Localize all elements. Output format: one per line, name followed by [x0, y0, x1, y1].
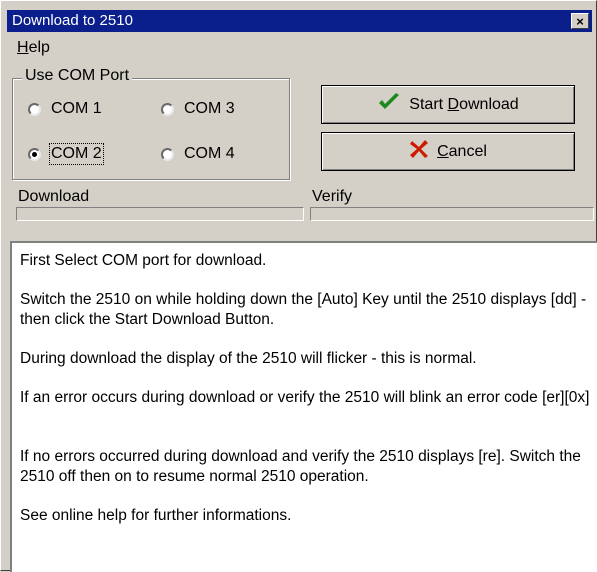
menu-help-label: elp: [28, 39, 50, 56]
start-download-label-post: ownload: [459, 95, 519, 113]
radio-com3[interactable]: COM 3: [161, 100, 235, 118]
download-dialog: Download to 2510 × Help Use COM Port COM…: [0, 0, 597, 572]
cancel-label-post: ancel: [448, 142, 487, 160]
instruction-4: If an error occurs during download or ve…: [20, 389, 590, 406]
com-port-group-label: Use COM Port: [22, 67, 133, 85]
instruction-1: First Select COM port for download.: [20, 252, 267, 269]
checkmark-icon-path: [379, 93, 400, 109]
download-progress-bar: [16, 207, 304, 221]
radio-com4[interactable]: COM 4: [161, 145, 235, 163]
start-download-label-pre: Start: [409, 95, 448, 113]
radio-com2-label: COM 2: [49, 143, 104, 165]
verify-progress-label: Verify: [312, 188, 353, 205]
x-icon-path: [410, 140, 429, 158]
radio-com2[interactable]: COM 2: [28, 143, 104, 165]
cancel-mnemonic: C: [437, 142, 449, 160]
checkmark-icon: [377, 92, 401, 117]
window-title: Download to 2510: [12, 12, 133, 29]
instructions-text-area[interactable]: First Select COM port for download. Swit…: [10, 241, 597, 572]
verify-progress-bar: [310, 207, 594, 221]
instruction-6: See online help for further informations…: [20, 507, 292, 524]
radio-com4-circle[interactable]: [161, 147, 174, 161]
radio-com3-circle[interactable]: [161, 102, 174, 116]
instruction-3: During download the display of the 2510 …: [20, 350, 477, 367]
com-port-group: [12, 78, 290, 180]
title-bar[interactable]: Download to 2510 ×: [7, 10, 592, 32]
download-progress-label: Download: [18, 188, 90, 205]
instruction-5: If no errors occurred during download an…: [20, 448, 581, 485]
menu-bar: Help: [7, 34, 592, 60]
close-button[interactable]: ×: [571, 13, 589, 29]
cancel-button[interactable]: Cancel: [321, 132, 575, 171]
x-icon: [409, 139, 429, 164]
radio-com4-label: COM 4: [184, 145, 235, 162]
instruction-2: Switch the 2510 on while holding down th…: [20, 291, 587, 328]
radio-com1-circle[interactable]: [28, 102, 41, 116]
start-download-mnemonic: D: [447, 95, 460, 113]
menu-help[interactable]: Help: [17, 39, 50, 57]
cancel-label: Cancel: [437, 143, 487, 161]
radio-com1-label: COM 1: [51, 100, 102, 117]
radio-com3-label: COM 3: [184, 100, 235, 117]
radio-com2-circle[interactable]: [28, 147, 41, 161]
start-download-button[interactable]: Start Download: [321, 85, 575, 124]
radio-com1[interactable]: COM 1: [28, 100, 102, 118]
start-download-label: Start Download: [409, 96, 518, 114]
menu-help-mnemonic: H: [17, 39, 29, 56]
